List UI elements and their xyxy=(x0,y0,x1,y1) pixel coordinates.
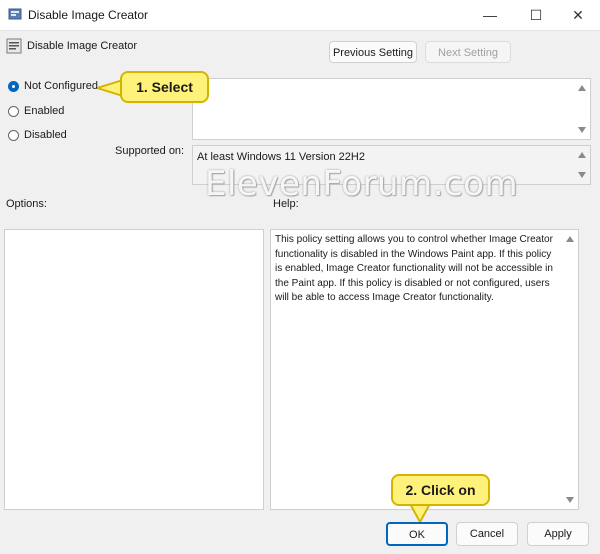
radio-label: Disabled xyxy=(24,129,67,141)
callout-step-2: 2. Click on xyxy=(391,474,490,506)
radio-button[interactable] xyxy=(8,130,19,141)
maximize-button[interactable]: ☐ xyxy=(514,0,558,30)
supported-on-value: At least Windows 11 Version 22H2 xyxy=(197,151,365,163)
supported-on-label: Supported on: xyxy=(115,145,185,157)
comment-scrollbar[interactable] xyxy=(574,79,590,139)
ok-button[interactable]: OK xyxy=(386,522,448,546)
help-scrollbar[interactable] xyxy=(562,230,578,509)
group-policy-icon xyxy=(8,8,22,20)
options-pane xyxy=(4,229,264,510)
policy-name: Disable Image Creator xyxy=(27,40,138,52)
policy-setting-icon xyxy=(6,38,22,54)
supported-scrollbar[interactable] xyxy=(574,146,590,184)
previous-setting-button[interactable]: Previous Setting xyxy=(329,41,417,63)
scroll-up-icon[interactable] xyxy=(578,85,586,91)
supported-on-box: At least Windows 11 Version 22H2 xyxy=(192,145,591,185)
callout-step-1: 1. Select xyxy=(120,71,209,103)
apply-button[interactable]: Apply xyxy=(527,522,589,546)
next-setting-button[interactable]: Next Setting xyxy=(425,41,511,63)
radio-button[interactable] xyxy=(8,106,19,117)
comment-textbox[interactable] xyxy=(192,78,591,140)
radio-label: Not Configured xyxy=(24,80,98,92)
scroll-up-icon[interactable] xyxy=(578,152,586,158)
scroll-up-icon[interactable] xyxy=(566,236,574,242)
scroll-down-icon[interactable] xyxy=(566,497,574,503)
cancel-button[interactable]: Cancel xyxy=(456,522,518,546)
radio-label: Enabled xyxy=(24,105,65,117)
minimize-button[interactable]: — xyxy=(468,0,512,30)
help-label: Help: xyxy=(273,198,299,210)
options-label: Options: xyxy=(6,198,47,210)
scroll-down-icon[interactable] xyxy=(578,172,586,178)
window-title: Disable Image Creator xyxy=(28,8,149,22)
scroll-down-icon[interactable] xyxy=(578,127,586,133)
help-pane: This policy setting allows you to contro… xyxy=(270,229,579,510)
radio-button[interactable] xyxy=(8,81,19,92)
help-text: This policy setting allows you to contro… xyxy=(275,234,553,303)
close-button[interactable]: ✕ xyxy=(556,0,600,30)
title-bar: Disable Image Creator — ☐ ✕ xyxy=(0,0,600,31)
